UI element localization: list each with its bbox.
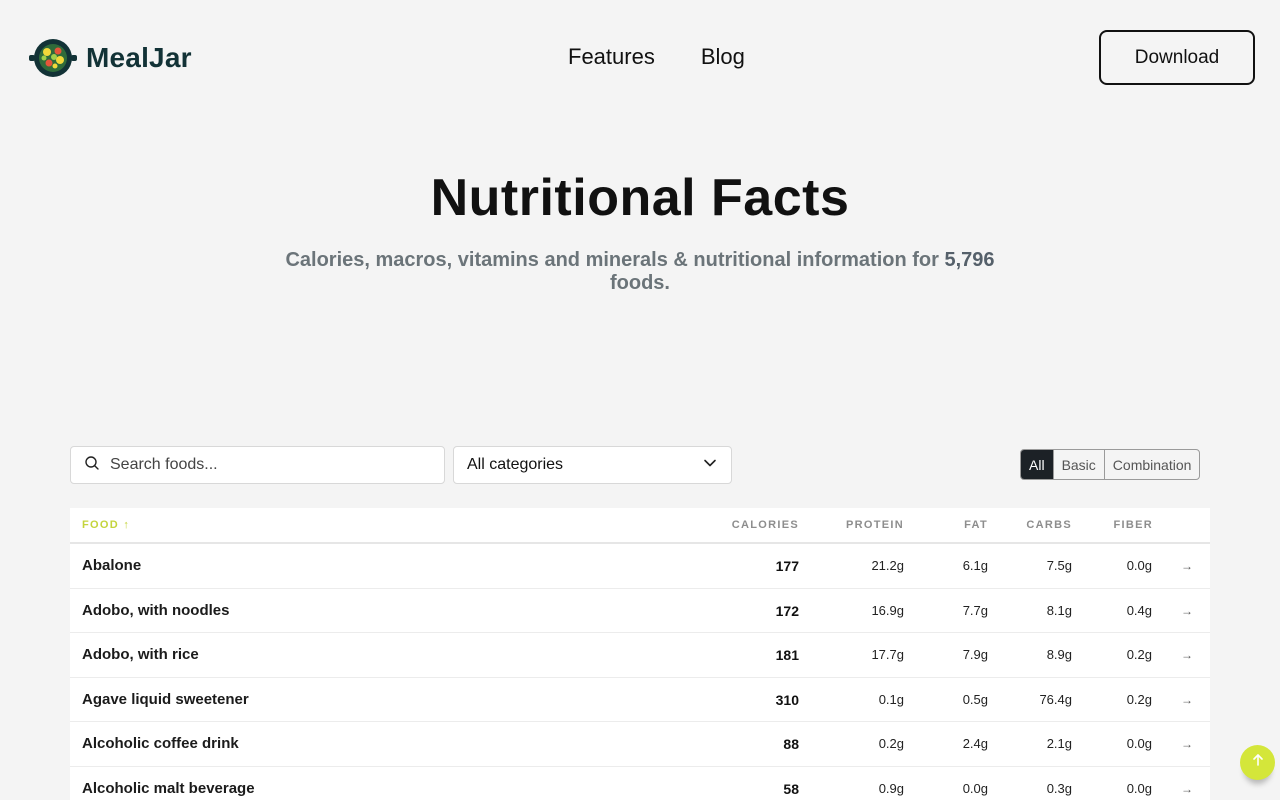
cell-fat: 7.9g bbox=[962, 647, 988, 662]
table-row[interactable]: Adobo, with rice 181 17.7g 7.9g 8.9g 0.2g → bbox=[70, 633, 1210, 678]
col-protein-header[interactable]: PROTEIN bbox=[846, 519, 904, 531]
cell-calories: 181 bbox=[775, 647, 799, 663]
table-row[interactable]: Alcoholic malt beverage 58 0.9g 0.0g 0.3g 0.0… bbox=[70, 767, 1210, 800]
table-row[interactable]: Alcoholic coffee drink 88 0.2g 2.4g 2.1g 0.0g… bbox=[70, 722, 1210, 767]
subtitle-suffix: foods. bbox=[610, 272, 670, 294]
cell-calories: 172 bbox=[775, 602, 799, 619]
col-carbs-header[interactable]: CARBS bbox=[1026, 519, 1072, 531]
cell-fiber: 0.0g bbox=[1126, 558, 1152, 573]
cell-fat: 0.5g bbox=[962, 691, 988, 707]
food-count: 5,796 bbox=[944, 249, 995, 271]
cell-name: Abalone bbox=[82, 557, 142, 574]
table-row[interactable]: Adobo, with noodles 172 16.9g 7.7g 8.1g 0.4g → bbox=[70, 589, 1210, 633]
cell-protein: 0.9g bbox=[878, 780, 904, 796]
brand-name: MealJar bbox=[86, 42, 192, 73]
nutrition-table: FOOD ↑ CALORIES PROTEIN FAT CARBS FIBER … bbox=[70, 508, 1210, 800]
filter-all[interactable]: All bbox=[1021, 450, 1053, 479]
page-title: Nutritional Facts bbox=[430, 169, 850, 227]
nav-blog-link[interactable]: Blog bbox=[701, 44, 745, 70]
cell-carbs: 8.9g bbox=[1046, 647, 1072, 662]
cell-name: Alcoholic coffee drink bbox=[82, 735, 239, 752]
cell-fat: 0.0g bbox=[962, 780, 988, 796]
search-box[interactable] bbox=[70, 446, 445, 484]
page-subtitle: Calories, macros, vitamins and minerals … bbox=[270, 249, 1010, 295]
brand-logo-link[interactable]: MealJar bbox=[29, 38, 192, 78]
filter-basic[interactable]: Basic bbox=[1052, 450, 1104, 479]
cell-carbs: 8.1g bbox=[1046, 602, 1072, 618]
arrow-right-icon: → bbox=[1181, 692, 1193, 707]
arrow-right-icon: → bbox=[1181, 603, 1193, 618]
cell-name: Alcoholic malt beverage bbox=[82, 779, 255, 797]
cell-fat: 2.4g bbox=[962, 736, 988, 751]
cell-name: Adobo, with noodles bbox=[82, 601, 230, 619]
cell-calories: 310 bbox=[775, 691, 799, 708]
arrow-right-icon: → bbox=[1181, 781, 1193, 796]
cell-carbs: 0.3g bbox=[1046, 780, 1072, 796]
cell-protein: 16.9g bbox=[871, 602, 904, 618]
cell-fat: 6.1g bbox=[962, 558, 988, 573]
cell-fiber: 0.4g bbox=[1126, 602, 1152, 618]
subtitle-text: Calories, macros, vitamins and minerals … bbox=[285, 249, 945, 271]
arrow-up-icon bbox=[1251, 753, 1265, 772]
cell-fat: 7.7g bbox=[962, 602, 988, 618]
cell-carbs: 76.4g bbox=[1039, 691, 1072, 707]
scroll-to-top-button[interactable] bbox=[1240, 745, 1275, 780]
arrow-right-icon: → bbox=[1181, 648, 1193, 662]
chevron-down-icon bbox=[703, 456, 717, 475]
site-header: MealJar Features Blog Download bbox=[0, 0, 1280, 115]
cell-carbs: 7.5g bbox=[1046, 558, 1072, 573]
cell-name: Adobo, with rice bbox=[82, 646, 199, 663]
table-row[interactable]: Agave liquid sweetener 310 0.1g 0.5g 76.4g 0.… bbox=[70, 678, 1210, 722]
filter-combination[interactable]: Combination bbox=[1103, 450, 1200, 479]
table-body: Abalone 177 21.2g 6.1g 7.5g 0.0g → Adobo, with … bbox=[70, 544, 1210, 800]
cell-carbs: 2.1g bbox=[1046, 736, 1072, 751]
cell-name: Agave liquid sweetener bbox=[82, 690, 249, 708]
category-select[interactable]: All categories bbox=[453, 446, 732, 484]
cell-fiber: 0.0g bbox=[1126, 736, 1152, 751]
arrow-right-icon: → bbox=[1181, 737, 1193, 751]
food-type-filter: All Basic Combination bbox=[1020, 449, 1201, 480]
table-header: FOOD ↑ CALORIES PROTEIN FAT CARBS FIBER bbox=[70, 508, 1210, 544]
cell-fiber: 0.2g bbox=[1126, 691, 1152, 707]
table-row[interactable]: Abalone 177 21.2g 6.1g 7.5g 0.0g → bbox=[70, 544, 1210, 589]
cell-protein: 0.1g bbox=[878, 691, 904, 707]
arrow-right-icon: → bbox=[1181, 559, 1193, 573]
cell-protein: 17.7g bbox=[871, 647, 904, 662]
cell-calories: 177 bbox=[775, 558, 799, 574]
cell-calories: 88 bbox=[783, 736, 799, 752]
download-button[interactable]: Download bbox=[1099, 30, 1255, 85]
col-food-header[interactable]: FOOD ↑ bbox=[82, 519, 130, 531]
main-nav: Features Blog bbox=[568, 44, 745, 70]
cell-fiber: 0.2g bbox=[1126, 647, 1152, 662]
salad-bowl-icon bbox=[29, 38, 77, 78]
search-input[interactable] bbox=[110, 456, 410, 474]
cell-calories: 58 bbox=[783, 780, 799, 797]
search-icon bbox=[84, 455, 100, 476]
cell-protein: 0.2g bbox=[878, 736, 904, 751]
cell-protein: 21.2g bbox=[871, 558, 904, 573]
nav-features-link[interactable]: Features bbox=[568, 44, 655, 70]
col-calories-header[interactable]: CALORIES bbox=[732, 519, 799, 531]
col-fat-header[interactable]: FAT bbox=[964, 519, 988, 531]
col-fiber-header[interactable]: FIBER bbox=[1114, 519, 1154, 531]
cell-fiber: 0.0g bbox=[1126, 780, 1152, 796]
category-selected-value: All categories bbox=[467, 456, 564, 473]
